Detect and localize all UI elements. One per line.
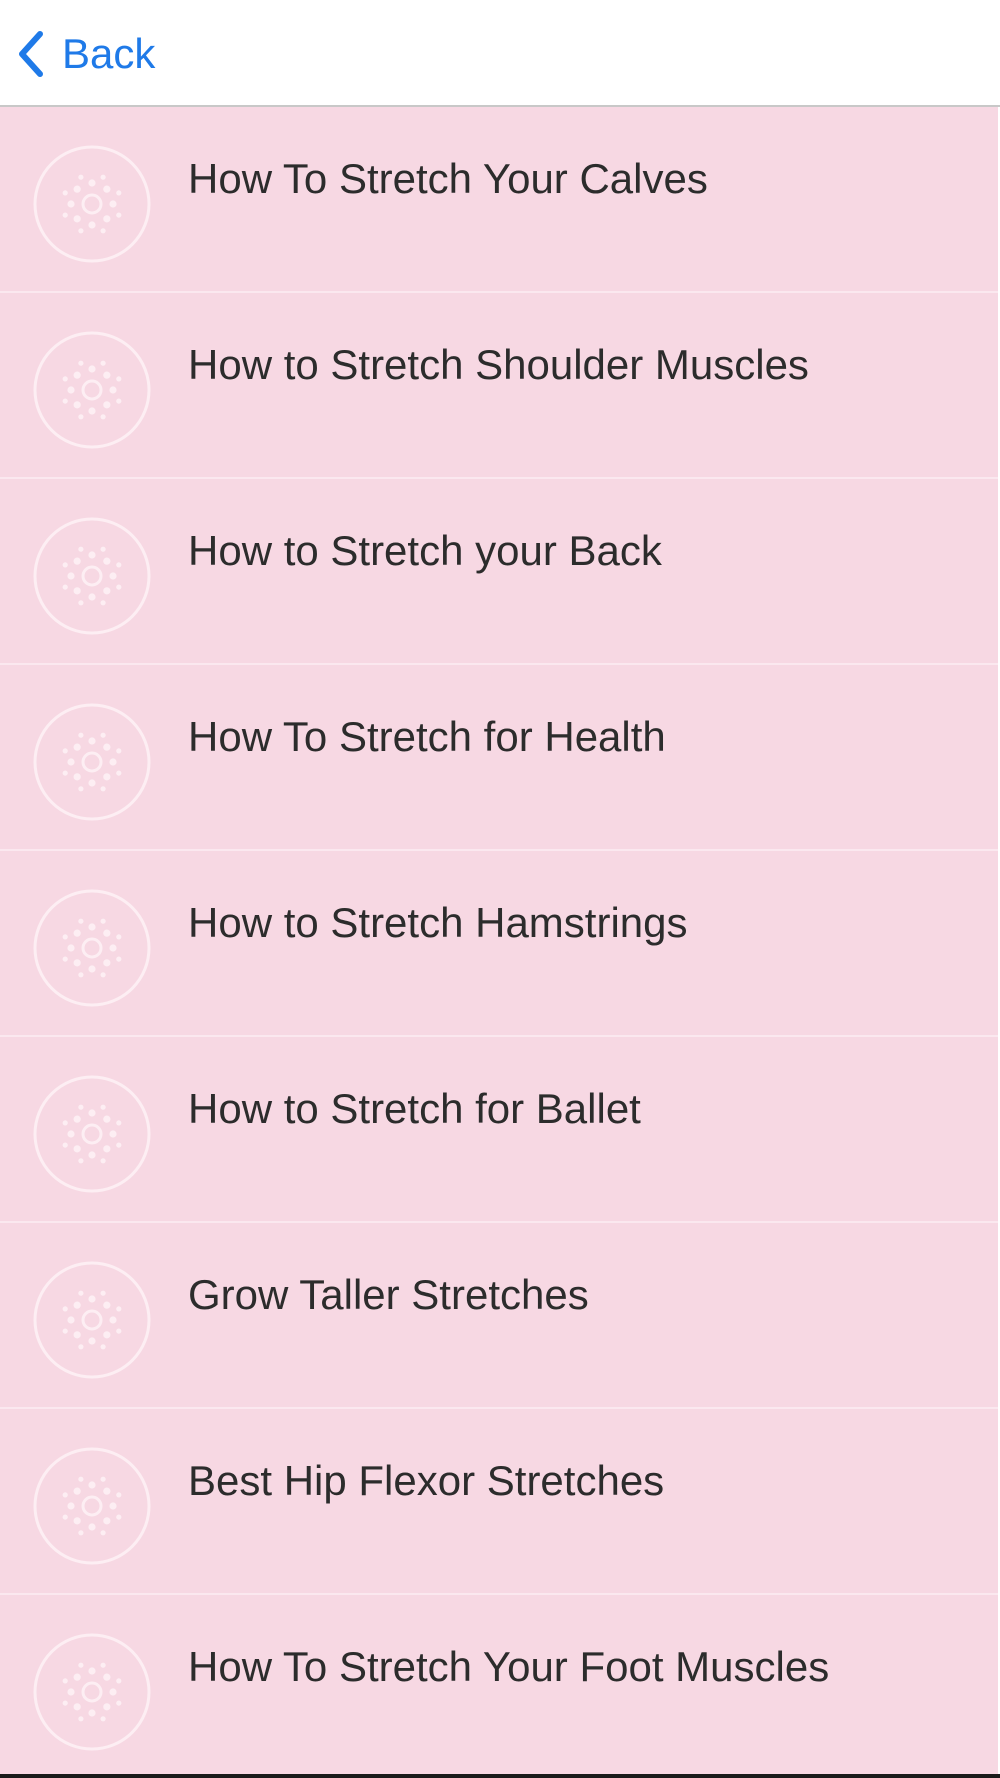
flower-dots-icon (32, 888, 152, 1008)
flower-dots-icon (32, 1632, 152, 1752)
list-item-label: How To Stretch for Health (188, 713, 666, 760)
list-item-label: How To Stretch Your Foot Muscles (188, 1643, 830, 1690)
flower-dots-icon (32, 1074, 152, 1194)
back-label: Back (62, 30, 156, 77)
flower-dots-icon (32, 1446, 152, 1566)
list-item-label: How to Stretch your Back (188, 527, 662, 574)
nav-header: Back (0, 0, 1000, 107)
flower-dots-icon (32, 702, 152, 822)
list-item[interactable]: How To Stretch for Health (0, 665, 998, 851)
article-list: How To Stretch Your Calves How to Stretc… (0, 107, 1000, 1778)
bottom-divider (0, 1774, 1000, 1778)
list-item[interactable]: How to Stretch Shoulder Muscles (0, 293, 998, 479)
back-button[interactable]: Back (18, 26, 155, 82)
list-item-label: How to Stretch Shoulder Muscles (188, 341, 809, 388)
list-item[interactable]: Grow Taller Stretches (0, 1223, 998, 1409)
list-item[interactable]: How to Stretch for Ballet (0, 1037, 998, 1223)
list-item-label: Grow Taller Stretches (188, 1271, 589, 1318)
list-item-label: How to Stretch for Ballet (188, 1085, 641, 1132)
flower-dots-icon (32, 144, 152, 264)
flower-dots-icon (32, 330, 152, 450)
list-item-label: Best Hip Flexor Stretches (188, 1457, 665, 1504)
flower-dots-icon (32, 1260, 152, 1380)
list-item[interactable]: How To Stretch Your Foot Muscles (0, 1595, 998, 1778)
list-item[interactable]: Best Hip Flexor Stretches (0, 1409, 998, 1595)
list-item-label: How to Stretch Hamstrings (188, 899, 688, 946)
list-item[interactable]: How To Stretch Your Calves (0, 107, 998, 293)
list-item-label: How To Stretch Your Calves (188, 155, 708, 202)
chevron-left-icon (18, 31, 44, 77)
flower-dots-icon (32, 516, 152, 636)
list-item[interactable]: How to Stretch your Back (0, 479, 998, 665)
list-item[interactable]: How to Stretch Hamstrings (0, 851, 998, 1037)
screen: Back How To Stretch Your Calves How to S… (0, 0, 1000, 1778)
